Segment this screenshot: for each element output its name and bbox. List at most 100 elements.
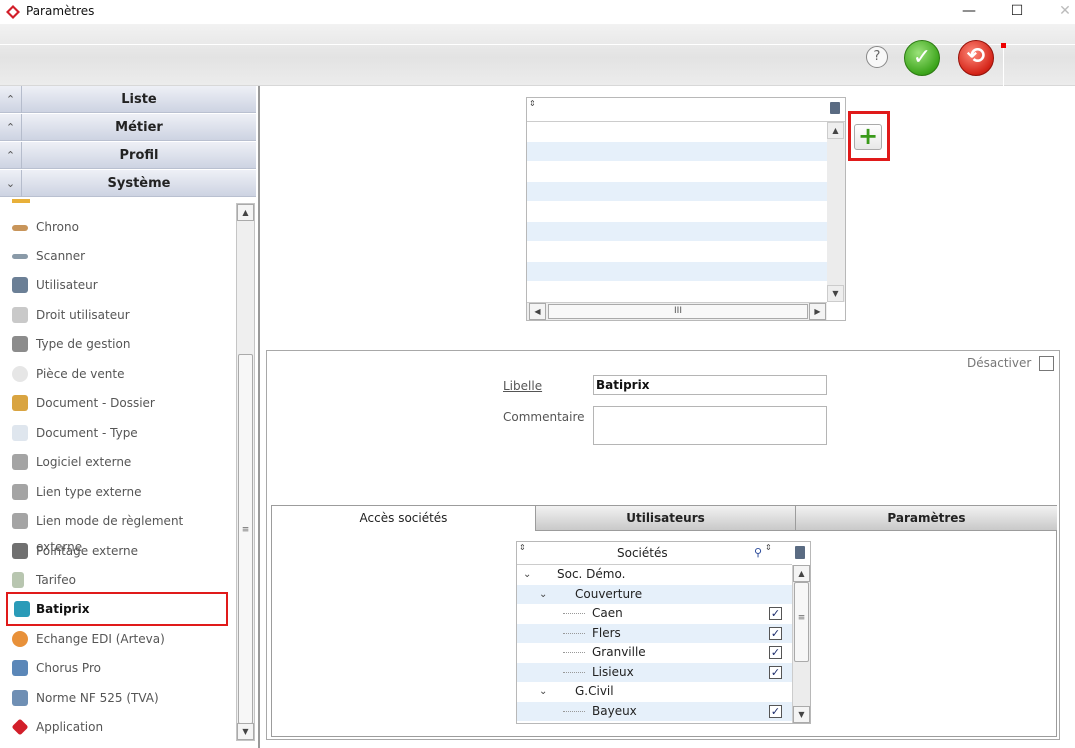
scroll-down-icon[interactable]: ▼ — [237, 723, 254, 740]
section-header-systeme[interactable]: ⌄ Système — [0, 170, 256, 197]
sidebar-scrollbar[interactable]: ▲ ≡ ▼ — [236, 203, 255, 741]
minimize-button[interactable]: — — [946, 0, 992, 24]
scroll-left-icon[interactable]: ◀ — [529, 303, 546, 320]
sort-icon[interactable]: ⇕ — [765, 543, 772, 552]
nav-item-lien-mode-reglement[interactable]: Lien mode de règlement externe — [10, 508, 225, 554]
tree-scrollbar[interactable]: ▲ ≡ ▼ — [792, 565, 810, 723]
deactivate-checkbox[interactable] — [1039, 356, 1054, 371]
help-icon[interactable]: ? — [866, 46, 888, 68]
nav-item-tarifeo[interactable]: Tarifeo — [10, 567, 225, 593]
access-checkbox[interactable]: ✓ — [769, 665, 782, 679]
collapse-icon[interactable]: ⌄ — [539, 682, 547, 701]
nav-item-lien-type-externe[interactable]: Lien type externe — [10, 479, 225, 505]
cancel-button[interactable]: ⟲ — [958, 40, 994, 76]
sort-icon[interactable]: ⇕ — [519, 543, 526, 552]
section-header-liste[interactable]: ⌃ Liste — [0, 86, 256, 113]
form-panel: Désactiver Libelle Commentaire Accès soc… — [266, 350, 1060, 740]
comment-label: Commentaire — [503, 410, 585, 424]
nav-label: Tarifeo — [36, 573, 76, 587]
pane-splitter[interactable] — [258, 86, 266, 748]
nav-item-type-de-gestion[interactable]: Type de gestion — [10, 331, 225, 357]
collapse-icon[interactable]: ⌄ — [523, 565, 531, 584]
value-list[interactable]: ⇕ ▲ ▼ ◀ III ▶ — [526, 97, 846, 321]
list-vertical-scrollbar[interactable]: ▲ ▼ — [827, 122, 845, 302]
scroll-down-icon[interactable]: ▼ — [793, 706, 810, 723]
sort-icon[interactable]: ⇕ — [529, 99, 536, 108]
partial-item-icon — [12, 199, 30, 203]
access-checkbox[interactable]: ✓ — [769, 626, 782, 640]
scroll-thumb[interactable]: ≡ — [238, 354, 253, 724]
close-window-button[interactable]: ✕ — [1042, 0, 1075, 24]
tree-connector — [563, 652, 585, 653]
maximize-button[interactable]: ☐ — [994, 0, 1040, 24]
tree-row-soc-demo[interactable]: ⌄ Soc. Démo. — [517, 565, 792, 585]
tree-row-label: Soc. Démo. — [557, 567, 626, 581]
nav-item-droit-utilisateur[interactable]: Droit utilisateur — [10, 302, 225, 328]
nav-item-piece-de-vente[interactable]: Pièce de vente — [10, 361, 225, 387]
list-row[interactable] — [527, 162, 827, 182]
nav-item-application[interactable]: Application — [10, 714, 225, 740]
list-row[interactable] — [527, 282, 827, 302]
nav-label: Batiprix — [36, 602, 90, 616]
section-header-profil[interactable]: ⌃ Profil — [0, 142, 256, 169]
tab-parametres[interactable]: Paramètres — [796, 506, 1057, 531]
tree-row-gcivil[interactable]: ⌄ G.Civil — [517, 682, 792, 702]
list-row[interactable] — [527, 262, 827, 282]
nav-item-scanner[interactable]: Scanner — [10, 243, 225, 269]
list-row[interactable] — [527, 142, 827, 162]
list-row[interactable] — [527, 122, 827, 142]
section-label: Profil — [119, 148, 159, 163]
nav-item-echange-edi[interactable]: Echange EDI (Arteva) — [10, 626, 225, 652]
tree-row-label: Couverture — [575, 586, 643, 601]
nav-item-pointage-externe[interactable]: Pointage externe — [10, 538, 225, 564]
nav-item-norme-nf525[interactable]: Norme NF 525 (TVA) — [10, 685, 225, 711]
scroll-down-icon[interactable]: ▼ — [827, 285, 844, 302]
horizontal-scroll-thumb[interactable]: III — [548, 304, 808, 319]
scroll-up-icon[interactable]: ▲ — [237, 204, 254, 221]
libelle-label: Libelle — [503, 379, 543, 393]
search-icon[interactable]: ⚲ — [754, 546, 762, 559]
nav-item-document-dossier[interactable]: Document - Dossier — [10, 390, 225, 416]
list-row[interactable] — [527, 242, 827, 262]
tree-row-label: Granville — [592, 645, 646, 659]
sidebar: ⌃ Liste ⌃ Métier ⌃ Profil ⌄ Système Chro… — [0, 86, 258, 748]
collapse-icon[interactable]: ⌄ — [539, 585, 547, 604]
column-chooser-icon[interactable] — [795, 546, 805, 559]
tree-row-caen[interactable]: Caen ✓ — [517, 604, 792, 624]
scroll-up-icon[interactable]: ▲ — [793, 565, 810, 582]
nav-item-document-type[interactable]: Document - Type — [10, 420, 225, 446]
validate-button[interactable]: ✓ — [904, 40, 940, 76]
access-checkbox[interactable]: ✓ — [769, 704, 782, 718]
collapse-icon: ⌃ — [0, 142, 22, 169]
tree-row-flers[interactable]: Flers ✓ — [517, 623, 792, 643]
nav-label: Pointage externe — [36, 544, 139, 558]
access-checkbox[interactable]: ✓ — [769, 607, 782, 620]
access-checkbox[interactable]: ✓ — [769, 646, 782, 659]
section-header-metier[interactable]: ⌃ Métier — [0, 114, 256, 141]
list-row[interactable] — [527, 182, 827, 202]
tree-row-granville[interactable]: Granville ✓ — [517, 643, 792, 663]
nav-item-logiciel-externe[interactable]: Logiciel externe — [10, 449, 225, 475]
tab-utilisateurs[interactable]: Utilisateurs — [536, 506, 796, 531]
column-chooser-icon[interactable] — [830, 102, 840, 114]
tree-row-couverture[interactable]: ⌄ Couverture — [517, 584, 792, 604]
nav-item-batiprix[interactable]: Batiprix — [6, 592, 228, 626]
list-row[interactable] — [527, 202, 827, 222]
edi-icon — [12, 631, 28, 647]
tab-acces-societes[interactable]: Accès sociétés — [272, 506, 536, 531]
tree-scroll-thumb[interactable]: ≡ — [794, 582, 809, 662]
add-button[interactable]: + — [854, 124, 882, 150]
tree-row-bayeux[interactable]: Bayeux ✓ — [517, 701, 792, 721]
nav-label: Lien type externe — [36, 485, 142, 499]
list-horizontal-scrollbar[interactable]: ◀ III ▶ — [527, 302, 827, 320]
nav-item-chorus-pro[interactable]: Chorus Pro — [10, 655, 225, 681]
comment-textarea[interactable] — [593, 406, 827, 445]
tree-row-lisieux[interactable]: Lisieux ✓ — [517, 662, 792, 682]
libelle-input[interactable] — [593, 375, 827, 395]
disk-icon — [12, 484, 28, 500]
nav-item-utilisateur[interactable]: Utilisateur — [10, 272, 225, 298]
scroll-right-icon[interactable]: ▶ — [809, 303, 826, 320]
scroll-up-icon[interactable]: ▲ — [827, 122, 844, 139]
list-row[interactable] — [527, 222, 827, 242]
nav-item-chrono[interactable]: Chrono — [10, 214, 225, 240]
